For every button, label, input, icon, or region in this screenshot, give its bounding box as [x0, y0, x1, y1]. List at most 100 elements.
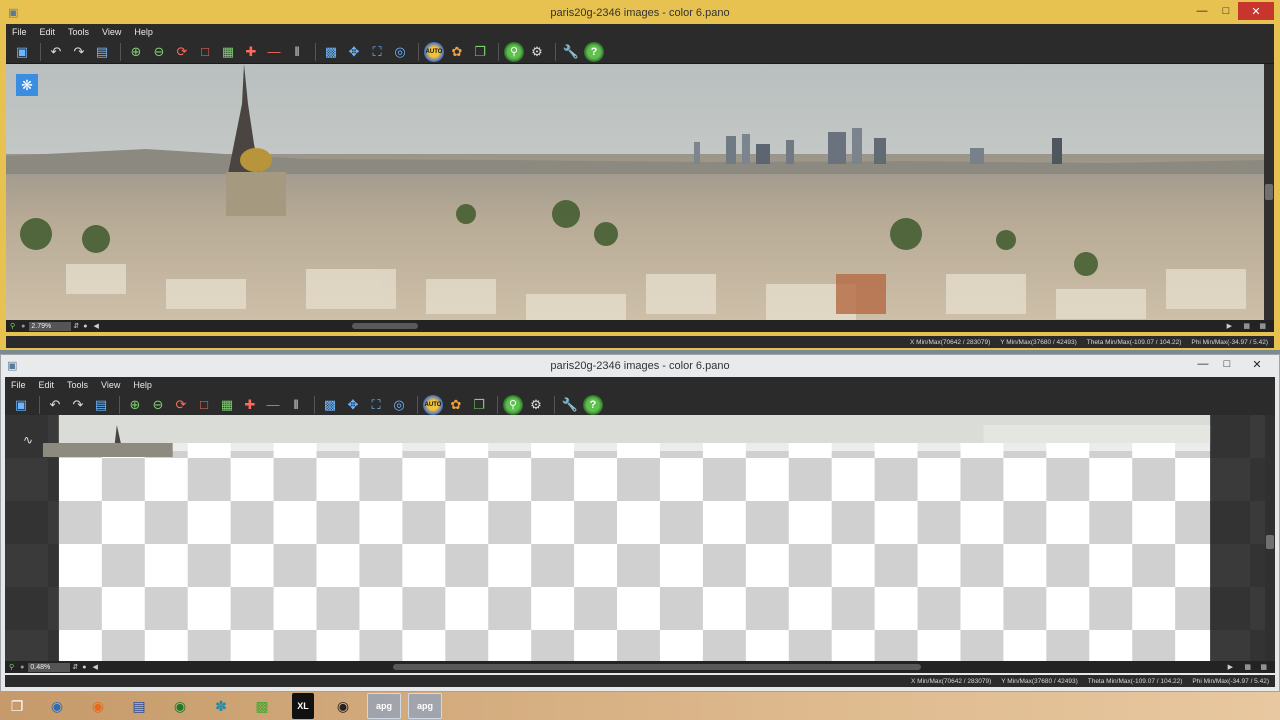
- split-icon[interactable]: ✚: [240, 395, 260, 415]
- maximize-button[interactable]: □: [1215, 355, 1239, 373]
- zoom-in-icon[interactable]: ⊕: [126, 42, 146, 62]
- grid-icon[interactable]: ▦: [217, 395, 237, 415]
- wrench-icon[interactable]: 🔧: [560, 395, 580, 415]
- view-grid-icon[interactable]: ▦: [1243, 322, 1250, 330]
- zoom-reset-icon[interactable]: ●: [83, 323, 87, 330]
- remote-desktop-icon[interactable]: ▤: [122, 693, 156, 719]
- minimize-button[interactable]: —: [1191, 355, 1215, 373]
- layers-icon[interactable]: ❐: [469, 395, 489, 415]
- wrench-icon[interactable]: 🔧: [561, 42, 581, 62]
- zoom-stepper-icon[interactable]: ⇵: [72, 663, 78, 671]
- zoom-dot-icon[interactable]: ●: [20, 664, 24, 671]
- media-player-icon[interactable]: ◉: [163, 693, 197, 719]
- apg-app-1[interactable]: apg: [367, 693, 401, 719]
- view-split-icon[interactable]: ▦: [1259, 322, 1266, 330]
- title-bar[interactable]: ▣ paris20g-2346 images - color 6.pano — …: [1, 355, 1279, 377]
- search-icon[interactable]: ⚲: [503, 394, 523, 415]
- help-icon[interactable]: ?: [584, 41, 604, 62]
- redo-icon[interactable]: ↷: [69, 42, 89, 62]
- minimize-button[interactable]: —: [1190, 2, 1214, 20]
- monitor-icon[interactable]: ▣: [12, 42, 32, 62]
- menu-edit[interactable]: Edit: [40, 27, 56, 37]
- close-button[interactable]: ✕: [1239, 355, 1275, 373]
- horizontal-scrollbar[interactable]: [393, 664, 921, 670]
- color-icon[interactable]: ✿: [446, 395, 466, 415]
- zoom-level[interactable]: 0.48%: [28, 662, 71, 672]
- rotate-icon[interactable]: ⟳: [171, 395, 191, 415]
- panorama-viewport[interactable]: ❋: [6, 64, 1264, 320]
- zoom-in-icon[interactable]: ⚲: [9, 663, 14, 671]
- menu-edit[interactable]: Edit: [39, 380, 55, 390]
- layers-icon[interactable]: ❐: [470, 42, 490, 62]
- split-icon[interactable]: ✚: [241, 42, 261, 62]
- panorama-viewport[interactable]: ∿: [5, 415, 1265, 661]
- target-icon[interactable]: ◎: [389, 395, 409, 415]
- zoom-reset-icon[interactable]: ●: [82, 664, 86, 671]
- title-bar[interactable]: ▣ paris20g-2346 images - color 6.pano — …: [2, 2, 1278, 24]
- grid-icon[interactable]: ▦: [218, 42, 238, 62]
- scroll-right-icon[interactable]: ▶: [1228, 663, 1233, 671]
- qt-icon[interactable]: ▩: [245, 693, 279, 719]
- redo-icon[interactable]: ↷: [68, 395, 88, 415]
- close-button[interactable]: ✕: [1238, 2, 1274, 20]
- vertical-scrollbar[interactable]: [1264, 64, 1274, 320]
- apg-app-2[interactable]: apg: [408, 693, 442, 719]
- fit-icon[interactable]: ⛶: [367, 42, 387, 62]
- scroll-thumb[interactable]: [1265, 184, 1273, 200]
- auto-icon[interactable]: AUTO: [423, 394, 443, 415]
- view-grid-icon[interactable]: ▦: [1244, 663, 1251, 671]
- view-split-icon[interactable]: ▦: [1260, 663, 1267, 671]
- monitor-icon[interactable]: ▣: [11, 395, 31, 415]
- scroll-left-icon[interactable]: ◀: [92, 663, 97, 671]
- menu-help[interactable]: Help: [133, 380, 152, 390]
- pan-icon[interactable]: ✥: [343, 395, 363, 415]
- help-icon[interactable]: ?: [583, 394, 603, 415]
- xl-app-icon[interactable]: XL: [292, 693, 314, 719]
- zoom-in-icon[interactable]: ⊕: [125, 395, 145, 415]
- zoom-dot-icon[interactable]: ●: [21, 323, 25, 330]
- search-icon[interactable]: ⚲: [504, 41, 524, 62]
- vertical-scrollbar[interactable]: [1265, 415, 1275, 661]
- menu-view[interactable]: View: [101, 380, 120, 390]
- zoom-stepper-icon[interactable]: ⇵: [73, 322, 79, 330]
- color-icon[interactable]: ✿: [447, 42, 467, 62]
- windows-start-icon[interactable]: ❐: [2, 693, 32, 719]
- line-icon[interactable]: ―: [263, 395, 283, 415]
- undo-icon[interactable]: ↶: [46, 42, 66, 62]
- crop-icon[interactable]: □: [194, 395, 214, 415]
- menu-help[interactable]: Help: [134, 27, 153, 37]
- gear-icon[interactable]: ⚙: [526, 395, 546, 415]
- zoom-level[interactable]: 2.79%: [29, 321, 72, 331]
- zoom-out-icon[interactable]: ⊖: [149, 42, 169, 62]
- aperture-icon[interactable]: ◉: [326, 693, 360, 719]
- menu-tools[interactable]: Tools: [68, 27, 89, 37]
- menu-view[interactable]: View: [102, 27, 121, 37]
- move-icon[interactable]: ▩: [321, 42, 341, 62]
- zoom-out-icon[interactable]: ⊖: [148, 395, 168, 415]
- crop-icon[interactable]: □: [195, 42, 215, 62]
- histogram-icon[interactable]: ▤: [92, 42, 112, 62]
- scroll-thumb[interactable]: [1266, 535, 1274, 549]
- scroll-right-icon[interactable]: ▶: [1227, 322, 1232, 330]
- scroll-left-icon[interactable]: ◀: [93, 322, 98, 330]
- rotate-icon[interactable]: ⟳: [172, 42, 192, 62]
- move-icon[interactable]: ▩: [320, 395, 340, 415]
- maximize-button[interactable]: □: [1214, 2, 1238, 20]
- sync-icon[interactable]: ✽: [204, 693, 238, 719]
- firefox-icon[interactable]: ◉: [81, 693, 115, 719]
- line-icon[interactable]: ―: [264, 42, 284, 62]
- fit-icon[interactable]: ⛶: [366, 395, 386, 415]
- menu-file[interactable]: File: [11, 380, 26, 390]
- undo-icon[interactable]: ↶: [45, 395, 65, 415]
- histogram-icon[interactable]: ▤: [91, 395, 111, 415]
- menu-tools[interactable]: Tools: [67, 380, 88, 390]
- zoom-in-icon[interactable]: ⚲: [10, 322, 15, 330]
- target-icon[interactable]: ◎: [390, 42, 410, 62]
- menu-file[interactable]: File: [12, 27, 27, 37]
- network-icon[interactable]: ◉: [40, 693, 74, 719]
- bars-icon[interactable]: ‖: [286, 395, 306, 415]
- pan-icon[interactable]: ✥: [344, 42, 364, 62]
- horizontal-scrollbar[interactable]: [352, 323, 418, 329]
- auto-icon[interactable]: AUTO: [424, 41, 444, 62]
- gear-icon[interactable]: ⚙: [527, 42, 547, 62]
